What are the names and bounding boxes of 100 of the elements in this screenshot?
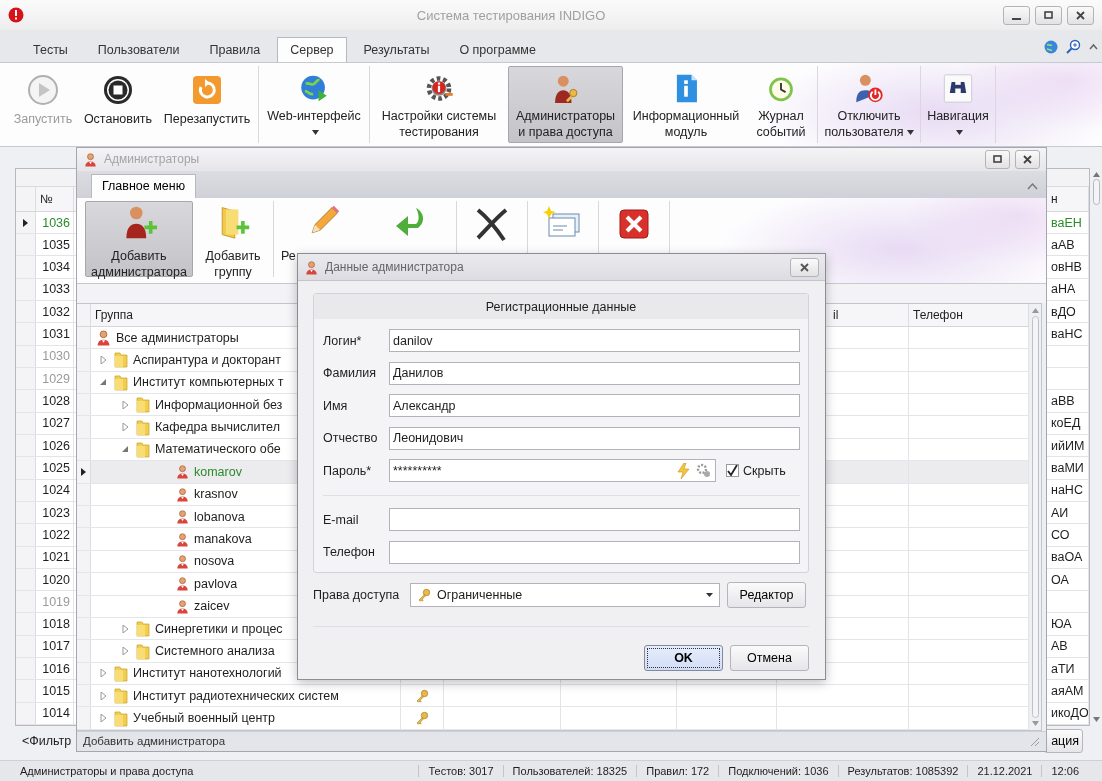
input-field[interactable]: Данилов — [389, 361, 800, 385]
tree-item[interactable]: Институт радиотехнических систем — [133, 688, 339, 703]
collapsed-arrow-icon[interactable] — [121, 423, 129, 432]
status-text: 12:06 — [1041, 765, 1088, 777]
collapsed-arrow-icon[interactable] — [99, 691, 107, 700]
table-cell: 1025 — [36, 457, 74, 479]
input-field[interactable] — [389, 540, 800, 564]
table-cell: 1017 — [36, 635, 74, 658]
tree-item[interactable]: Кафедра вычислител — [155, 420, 280, 435]
menu-tab[interactable]: О программе — [446, 37, 549, 62]
scroll-down-icon[interactable] — [1031, 720, 1039, 726]
input-field[interactable]: Леонидович — [389, 426, 800, 450]
toolbar-button[interactable]: Добавить группу — [197, 200, 269, 277]
person-icon — [175, 464, 190, 480]
input-field[interactable] — [389, 508, 800, 531]
toolbar-button[interactable]: Добавить администратора — [85, 200, 193, 277]
ribbon-button[interactable]: Отключить пользователя — [822, 66, 916, 143]
ribbon-button[interactable]: Навигация — [925, 66, 991, 143]
ribbon-tab[interactable]: Главное меню — [91, 173, 197, 198]
tree-row[interactable]: Институт радиотехнических систем — [77, 685, 1029, 708]
tree-item[interactable]: Институт нанотехнологий — [133, 666, 282, 681]
grid-button[interactable]: ация — [1044, 729, 1083, 753]
input-field[interactable]: Александр — [389, 394, 800, 417]
tree-item[interactable]: Синергетики и процес — [155, 621, 283, 636]
tree-row[interactable]: Учебный военный центр — [77, 707, 1029, 730]
field-label: Имя — [323, 398, 349, 413]
row-indicator[interactable] — [16, 211, 36, 234]
globe-icon[interactable] — [1044, 39, 1058, 54]
close-button[interactable] — [1015, 149, 1040, 169]
row-indicator[interactable] — [77, 461, 91, 483]
folder-icon — [135, 418, 151, 436]
field-label: Логин* — [323, 333, 363, 348]
folder-icon — [135, 441, 151, 458]
ribbon-button[interactable]: Настройки системы тестирования — [374, 66, 504, 143]
collapsed-arrow-icon[interactable] — [99, 669, 107, 678]
lightning-icon[interactable] — [677, 462, 690, 479]
tree-item[interactable]: Учебный военный центр — [133, 711, 275, 726]
status-text: Добавить администратора — [83, 735, 227, 748]
field-label: Права доступа — [313, 588, 401, 602]
collapse-icon[interactable] — [1027, 181, 1038, 190]
collapse-icon[interactable] — [1089, 43, 1098, 50]
hide-checkbox[interactable]: Скрыть — [726, 463, 786, 478]
menu-tab[interactable]: Результаты — [350, 37, 443, 62]
scroll-thumb[interactable] — [1092, 179, 1100, 205]
zoom-in-icon[interactable] — [1066, 39, 1081, 54]
ribbon-button[interactable]: Информационный модуль — [627, 66, 745, 143]
scroll-up-icon[interactable] — [1092, 172, 1100, 177]
dropdown[interactable]: Ограниченные — [410, 583, 720, 607]
editor-button[interactable]: Редактор — [727, 582, 806, 608]
scroll-thumb[interactable] — [1031, 315, 1039, 718]
scrollbar[interactable] — [1029, 303, 1041, 730]
scroll-down-icon[interactable] — [1092, 717, 1100, 722]
table-cell: 1036 — [36, 211, 74, 234]
tree-item[interactable]: krasnov — [194, 487, 238, 502]
input-field[interactable]: danilov — [389, 329, 800, 352]
dialog-button[interactable]: OK — [644, 644, 723, 671]
ribbon-button[interactable]: Журнал событий — [749, 66, 813, 143]
restore-button[interactable] — [985, 149, 1010, 169]
ribbon-button[interactable]: Остановить — [80, 66, 156, 143]
tree-item[interactable]: Системного анализа — [155, 644, 275, 658]
status-text: 21.12.2021 — [967, 765, 1042, 777]
expanded-arrow-icon[interactable] — [121, 445, 129, 454]
gear-icon[interactable] — [696, 462, 712, 479]
column-header[interactable]: № — [36, 186, 74, 211]
tree-item[interactable]: zaicev — [194, 599, 230, 614]
collapsed-arrow-icon[interactable] — [99, 355, 107, 364]
ribbon-button[interactable]: Администраторы и права доступа — [508, 66, 623, 143]
collapsed-arrow-icon[interactable] — [121, 624, 129, 633]
table-cell: 1034 — [36, 256, 74, 278]
expanded-arrow-icon[interactable] — [99, 378, 107, 387]
tree-item[interactable]: lobanova — [194, 509, 245, 524]
tree-item[interactable]: Все администраторы — [116, 330, 239, 345]
tree-item[interactable]: pavlova — [194, 576, 238, 591]
tree-item[interactable]: nosova — [194, 554, 235, 569]
ribbon-button[interactable]: Перезапустить — [160, 66, 254, 143]
tree-item[interactable]: Информационной без — [155, 397, 283, 412]
ribbon-button[interactable]: Web-интерфейс — [263, 66, 365, 143]
tree-item[interactable]: manakova — [194, 532, 252, 547]
resize-grip-icon[interactable] — [1029, 735, 1040, 747]
tree-item[interactable]: Институт компьютерных т — [133, 375, 284, 390]
dialog-button[interactable]: Отмена — [730, 644, 809, 671]
menu-tab[interactable]: Пользователи — [84, 37, 193, 62]
password-field[interactable]: ********** — [389, 459, 716, 482]
menu-tab[interactable]: Тесты — [20, 37, 81, 62]
tree-item[interactable]: komarov — [194, 464, 242, 479]
filter-label[interactable]: <Фильтр — [22, 734, 72, 748]
maximize-button[interactable] — [1035, 5, 1062, 25]
scroll-up-icon[interactable] — [1031, 307, 1039, 313]
close-icon — [1023, 154, 1032, 164]
table-cell: 1029 — [36, 368, 74, 390]
tree-item[interactable]: Аспирантура и докторант — [133, 352, 281, 367]
close-button[interactable] — [790, 257, 819, 277]
tree-item[interactable]: Математического обе — [155, 442, 281, 457]
collapsed-arrow-icon[interactable] — [99, 714, 107, 723]
minimize-button[interactable] — [1003, 5, 1030, 25]
menu-tab[interactable]: Сервер — [277, 37, 347, 62]
close-button[interactable] — [1067, 5, 1094, 25]
collapsed-arrow-icon[interactable] — [121, 400, 129, 409]
collapsed-arrow-icon[interactable] — [121, 647, 129, 655]
menu-tab[interactable]: Правила — [196, 37, 274, 62]
